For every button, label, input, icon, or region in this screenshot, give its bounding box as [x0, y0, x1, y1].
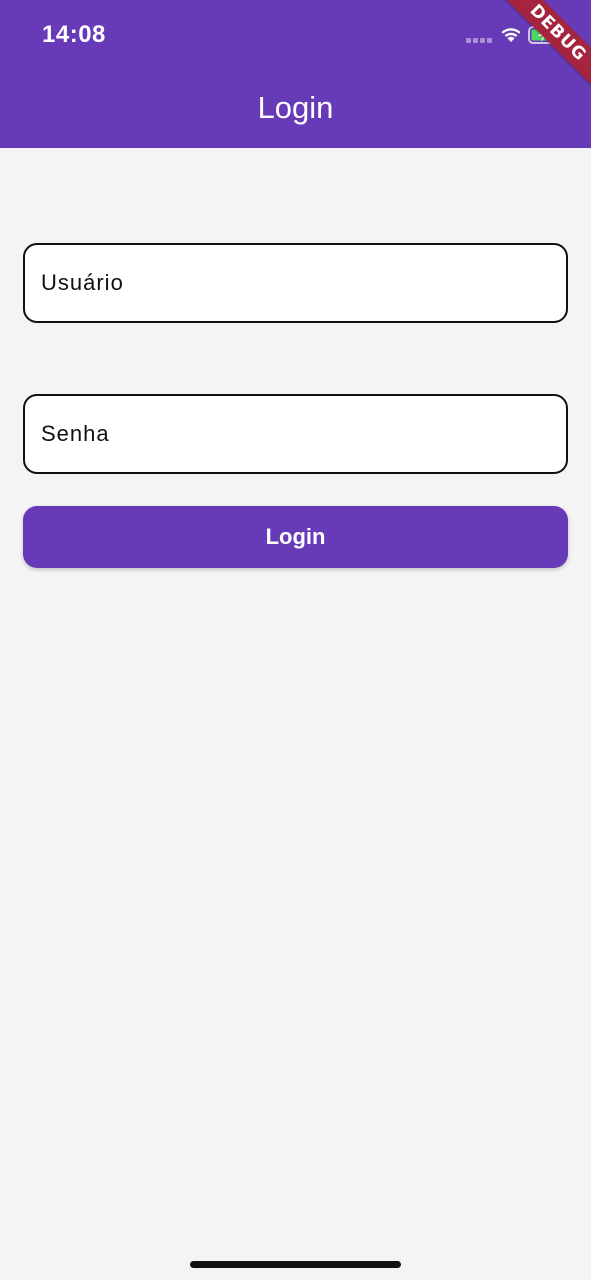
page-title: Login: [257, 90, 334, 125]
app-bar: 14:08 Login DEBUG: [0, 0, 591, 148]
password-field-label: Senha: [41, 421, 110, 446]
username-field[interactable]: Usuário: [23, 243, 568, 323]
password-field[interactable]: Senha: [23, 394, 568, 474]
wifi-icon: [500, 25, 522, 48]
home-indicator[interactable]: [190, 1261, 401, 1268]
login-button[interactable]: Login: [23, 506, 568, 568]
login-screen: 14:08 Login DEBUG Usuário Senha Login: [0, 0, 591, 1280]
status-bar-time: 14:08: [42, 21, 106, 48]
username-field-label: Usuário: [41, 270, 124, 295]
cellular-signal-icon: [466, 38, 492, 44]
